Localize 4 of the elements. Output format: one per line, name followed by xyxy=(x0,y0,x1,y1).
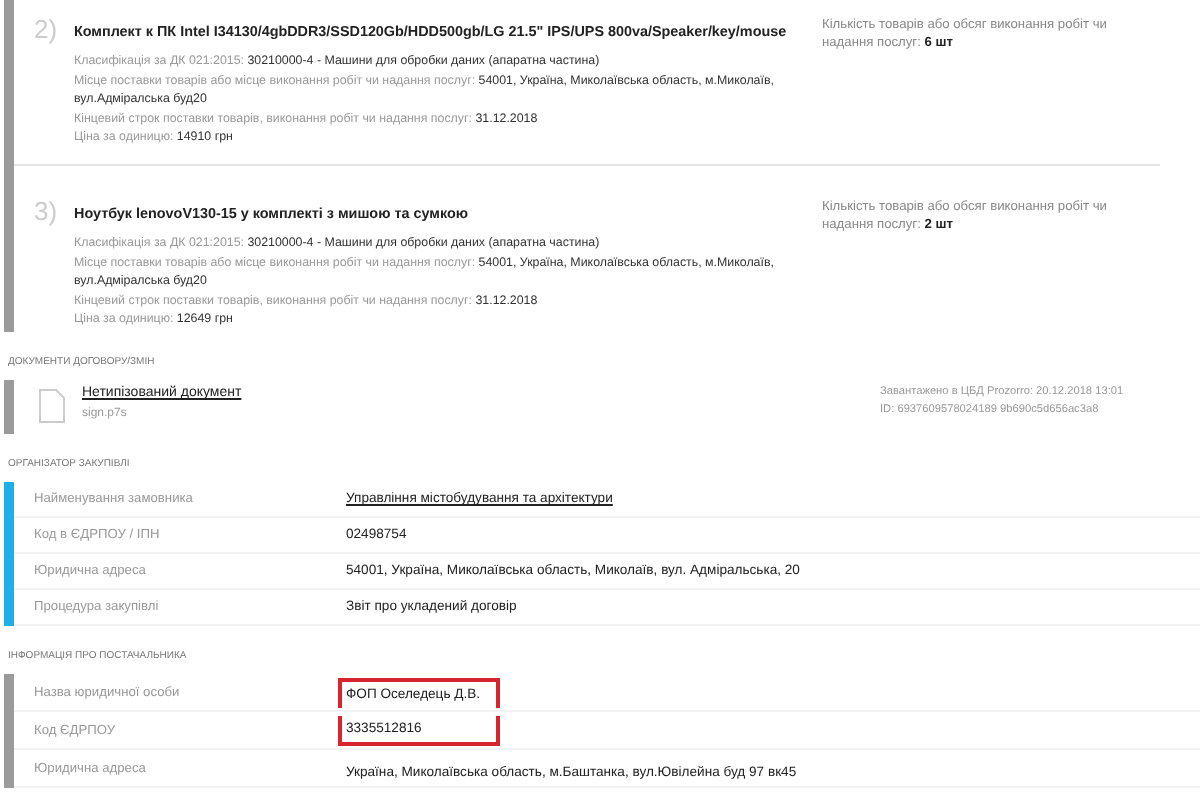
file-icon xyxy=(38,388,66,424)
accent-bar xyxy=(4,380,14,434)
accent-bar xyxy=(4,674,14,788)
accent-bar xyxy=(4,482,14,626)
